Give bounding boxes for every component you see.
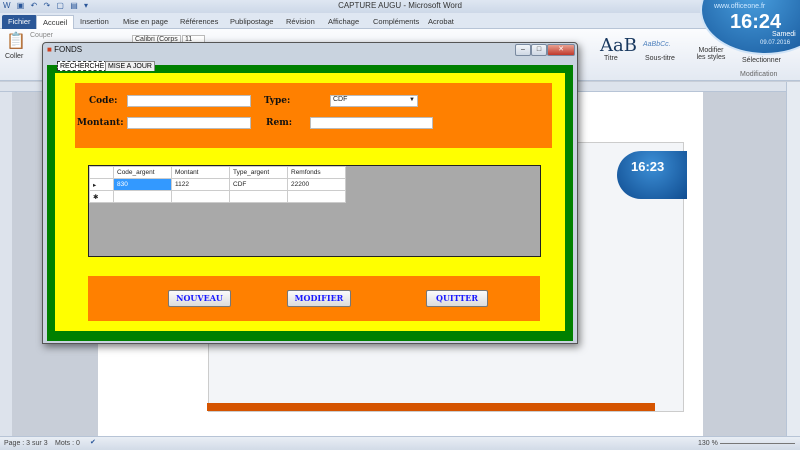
style-titre[interactable]: Titre: [604, 55, 618, 62]
close-button[interactable]: ✕: [547, 44, 575, 56]
grid-header-row: Code_argent Montant Type_argent Remfonds: [89, 166, 346, 179]
type-label: Type:: [264, 96, 291, 106]
new-row[interactable]: ✱: [89, 190, 346, 203]
word-count[interactable]: Mots : 0: [55, 440, 80, 447]
data-grid[interactable]: Code_argent Montant Type_argent Remfonds…: [88, 165, 541, 257]
zoom-level[interactable]: 130 %: [698, 440, 718, 447]
clock-date: 09.07.2016: [760, 40, 791, 46]
dialog-title-text: FONDS: [54, 45, 83, 54]
column-header[interactable]: Montant: [171, 166, 230, 179]
grid-cell[interactable]: [113, 190, 172, 203]
tab-complements[interactable]: Compléments: [367, 15, 425, 29]
actions-panel: NOUVEAU MODIFIER QUITTER: [88, 276, 540, 321]
tab-mise-a-jour[interactable]: MISE A JOUR: [105, 61, 155, 71]
row-header-corner: [89, 166, 114, 179]
rem-label: Rem:: [266, 118, 293, 128]
maximize-button[interactable]: □: [531, 44, 547, 56]
montant-label: Montant:: [77, 118, 124, 128]
tab-control: RECHERCHE MISE A JOUR Code: Type: CDF ▼ M…: [47, 61, 573, 341]
column-header[interactable]: Code_argent: [113, 166, 172, 179]
search-panel: Code: Type: CDF ▼ Montant: Rem:: [75, 83, 552, 148]
code-input[interactable]: [127, 95, 251, 107]
tab-affichage[interactable]: Affichage: [322, 15, 365, 29]
tab-revision[interactable]: Révision: [280, 15, 321, 29]
tab-mise-en-page[interactable]: Mise en page: [117, 15, 174, 29]
chevron-down-icon[interactable]: ▼: [409, 97, 415, 103]
vertical-ruler[interactable]: [0, 92, 12, 436]
window-title: CAPTURE AUGU - Microsoft Word: [338, 1, 462, 10]
grid-cell[interactable]: 22200: [287, 178, 346, 191]
new-row-icon: ✱: [89, 190, 114, 203]
clock-site: www.officeone.fr: [714, 3, 766, 10]
rem-input[interactable]: [310, 117, 433, 129]
tab-accueil[interactable]: Accueil: [36, 15, 75, 29]
clock-day: Samedi: [772, 31, 796, 38]
grid-cell[interactable]: CDF: [229, 178, 288, 191]
tab-recherche[interactable]: RECHERCHE: [57, 61, 108, 71]
tab-acrobat[interactable]: Acrobat: [422, 15, 460, 29]
column-header[interactable]: Type_argent: [229, 166, 288, 179]
dialog-title: ■ FONDS: [47, 45, 82, 54]
minimize-button[interactable]: –: [515, 44, 531, 56]
montant-input[interactable]: [127, 117, 251, 129]
paste-icon[interactable]: 📋: [6, 31, 26, 51]
embedded-clock: 16:23: [617, 151, 687, 199]
word-title-bar: W ▣ ↶ ↷ ▢ ▤ ▾ CAPTURE AUGU - Microsoft W…: [0, 0, 800, 13]
tab-insertion[interactable]: Insertion: [74, 15, 115, 29]
table-row[interactable]: ▸ 830 1122 CDF 22200: [89, 178, 346, 191]
code-label: Code:: [89, 96, 118, 106]
column-header[interactable]: Remfonds: [287, 166, 346, 179]
cut-button[interactable]: Couper: [30, 32, 53, 39]
tab-fichier[interactable]: Fichier: [2, 15, 37, 29]
nouveau-button[interactable]: NOUVEAU: [168, 290, 231, 307]
quitter-button[interactable]: QUITTER: [426, 290, 488, 307]
grid-cell[interactable]: 830: [113, 178, 172, 191]
embedded-clock-time: 16:23: [631, 159, 665, 174]
page-count[interactable]: Page : 3 sur 3: [4, 440, 48, 447]
type-select[interactable]: CDF ▼: [330, 95, 418, 107]
proofing-icon[interactable]: ✔: [90, 438, 96, 446]
modify-styles-button[interactable]: Modifier les styles: [695, 47, 727, 61]
grid-cell[interactable]: 1122: [171, 178, 230, 191]
app-icon: ■: [47, 45, 52, 54]
paste-button[interactable]: Coller: [5, 53, 23, 60]
fonds-dialog: ■ FONDS – □ ✕ RECHERCHE MISE A JOUR Code…: [42, 42, 578, 344]
ribbon-tabs: Fichier Accueil Insertion Mise en page R…: [0, 13, 800, 29]
embedded-status-bar: [207, 403, 655, 411]
select-button[interactable]: Sélectionner: [742, 57, 781, 64]
tab-page: Code: Type: CDF ▼ Montant: Rem: Code_arge…: [55, 73, 565, 331]
type-value: CDF: [333, 96, 348, 103]
group-modification: Modification: [740, 71, 778, 78]
status-bar: Page : 3 sur 3 Mots : 0 ✔ 130 %: [0, 436, 800, 450]
style-soustitre[interactable]: Sous-titre: [645, 55, 675, 62]
tab-references[interactable]: Références: [174, 15, 224, 29]
style-titre-preview[interactable]: AaB: [600, 35, 637, 56]
tab-publipostage[interactable]: Publipostage: [224, 15, 279, 29]
grid-cell[interactable]: [229, 190, 288, 203]
current-row-indicator-icon: ▸: [89, 178, 114, 191]
zoom-slider[interactable]: [720, 443, 795, 444]
vertical-scrollbar[interactable]: [786, 82, 800, 436]
grid-cell[interactable]: [171, 190, 230, 203]
grid-cell[interactable]: [287, 190, 346, 203]
modifier-button[interactable]: MODIFIER: [287, 290, 351, 307]
style-soustitre-preview[interactable]: AaBbCc.: [643, 41, 671, 48]
